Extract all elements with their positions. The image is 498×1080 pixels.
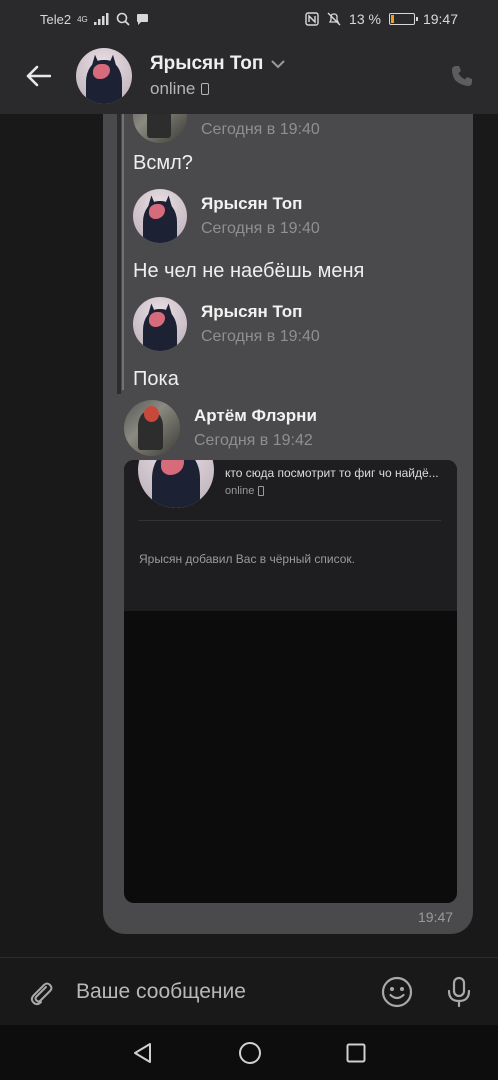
battery-fill <box>390 15 394 23</box>
chat-notification-icon <box>136 13 148 25</box>
message-author[interactable]: Ярысян Топ <box>201 194 320 214</box>
status-left: Tele2 4G <box>40 12 149 27</box>
back-button[interactable] <box>0 38 76 114</box>
message-text: Всмл? <box>133 152 193 174</box>
nfc-icon <box>305 12 319 26</box>
nav-home-icon[interactable] <box>238 1041 262 1065</box>
header-info[interactable]: Ярысян Топ online <box>150 53 285 99</box>
forward-line-shadow <box>117 114 121 394</box>
message-text: Пока <box>133 368 179 390</box>
chat-area[interactable]: Сегодня в 19:40 Всмл? Ярысян Топ Сегодня… <box>0 114 498 957</box>
status-right: 13 % 19:47 <box>305 11 458 27</box>
header-status-row: online <box>150 79 285 99</box>
message-avatar[interactable] <box>133 114 187 143</box>
back-arrow-icon <box>26 65 51 87</box>
battery-percent: 13 % <box>349 11 381 27</box>
message-avatar[interactable] <box>124 400 180 456</box>
message-header: Артём Флэрни Сегодня в 19:42 <box>124 400 317 456</box>
emoji-button[interactable] <box>380 975 414 1009</box>
message-avatar[interactable] <box>133 297 187 351</box>
chat-header: Ярысян Топ online <box>0 38 498 114</box>
divider <box>138 520 441 521</box>
mute-bell-icon <box>327 12 341 26</box>
message-author[interactable]: Артём Флэрни <box>194 406 317 426</box>
composer: Ваше сообщение <box>0 957 498 1025</box>
header-avatar[interactable] <box>76 48 132 104</box>
nav-recents-icon[interactable] <box>346 1043 366 1063</box>
status-bar: Tele2 4G 13 % 19:47 <box>0 0 498 38</box>
message-avatar[interactable] <box>133 189 187 243</box>
message-header: Ярысян Топ Сегодня в 19:40 <box>133 297 320 351</box>
attachment-title: кто сюда посмотрит то фиг чо найдё... <box>225 466 439 480</box>
emoji-icon <box>381 976 413 1007</box>
call-button[interactable] <box>448 62 476 90</box>
header-title-row[interactable]: Ярысян Топ <box>150 53 285 75</box>
chat-title: Ярысян Топ <box>150 53 264 74</box>
message-author[interactable]: Ярысян Топ <box>201 302 320 322</box>
battery-icon <box>388 13 418 25</box>
attach-button[interactable] <box>24 976 56 1008</box>
online-status: online <box>150 79 196 98</box>
message-header: Ярысян Топ Сегодня в 19:40 <box>133 189 320 243</box>
mobile-device-icon <box>201 83 210 95</box>
paperclip-icon <box>30 982 53 1005</box>
attachment-avatar <box>138 460 214 508</box>
mobile-device-icon <box>258 486 265 496</box>
message-text: Не чел не наебёшь меня <box>133 260 365 282</box>
network-label: 4G <box>77 14 88 24</box>
message-time: Сегодня в 19:42 <box>194 432 313 449</box>
phone-icon <box>452 66 472 86</box>
message-input[interactable]: Ваше сообщение <box>76 980 246 1004</box>
image-attachment[interactable]: кто сюда посмотрит то фиг чо найдё... on… <box>124 460 457 903</box>
attachment-note: Ярысян добавил Вас в чёрный список. <box>139 552 355 566</box>
clock: 19:47 <box>422 11 458 27</box>
search-icon <box>116 12 130 26</box>
message-time: Сегодня в 19:40 <box>201 328 320 345</box>
message-time: Сегодня в 19:40 <box>201 220 320 237</box>
message-header: Сегодня в 19:40 <box>133 114 320 143</box>
microphone-icon <box>447 976 471 1007</box>
message-time: Сегодня в 19:40 <box>201 121 320 138</box>
signal-icon <box>93 13 109 25</box>
carrier-label: Tele2 <box>40 11 72 27</box>
voice-button[interactable] <box>444 975 474 1009</box>
attachment-header: кто сюда посмотрит то фиг чо найдё... on… <box>124 460 457 611</box>
chevron-down-icon <box>271 60 285 68</box>
attachment-status-row: online <box>225 485 265 497</box>
bubble-time: 19:47 <box>418 909 454 925</box>
attachment-status: online <box>225 485 255 497</box>
nav-back-icon[interactable] <box>132 1042 154 1064</box>
system-nav-bar <box>0 1025 498 1080</box>
forward-line <box>122 114 124 390</box>
